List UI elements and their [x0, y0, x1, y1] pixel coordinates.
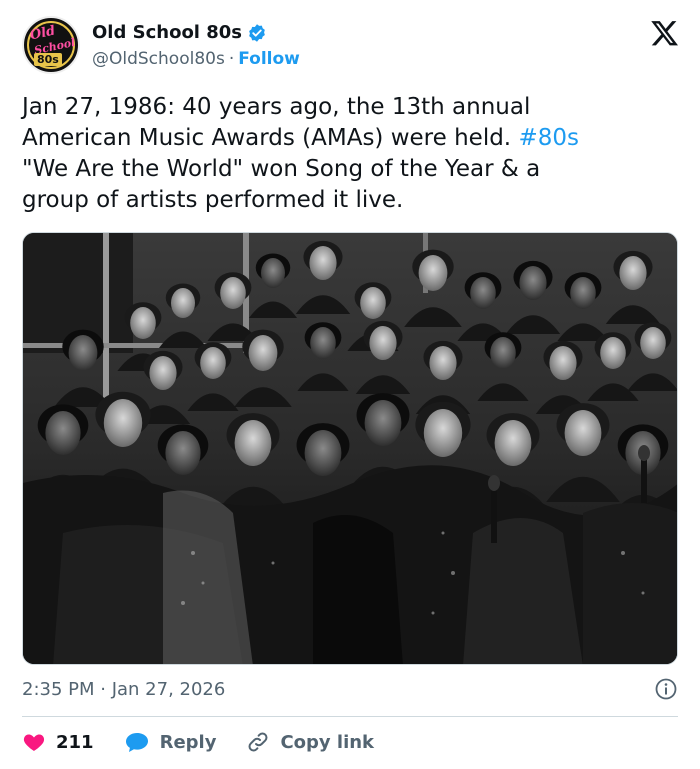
reply-label: Reply — [159, 731, 217, 753]
crowd-face — [171, 288, 195, 318]
tweet-photo[interactable] — [22, 232, 678, 665]
crowd-face — [45, 411, 81, 455]
verified-badge-icon — [249, 23, 265, 42]
crowd-face — [600, 337, 626, 369]
tweet-line-4: group of artists performed it live. — [22, 187, 404, 213]
crowd-face — [309, 246, 337, 280]
crowd-face — [640, 327, 666, 359]
crowd-face — [549, 346, 577, 380]
crowd-face — [360, 287, 386, 319]
crowd-face — [519, 266, 547, 300]
crowd-face — [234, 420, 272, 466]
handle[interactable]: @OldSchool80s — [92, 49, 225, 69]
crowd-face — [619, 256, 647, 290]
photo-crowd-image — [23, 233, 677, 664]
tweet-line-2: American Music Awards (AMAs) were held. — [22, 125, 512, 151]
name-row: Old School 80s — [92, 22, 267, 43]
crowd-face — [165, 431, 201, 475]
like-count: 211 — [56, 731, 94, 753]
avatar[interactable]: Old School 80s — [22, 16, 80, 74]
action-bar: 211 Reply Copy link — [22, 728, 404, 756]
link-icon — [248, 732, 268, 752]
divider — [22, 716, 678, 717]
like-button[interactable]: 211 — [22, 730, 94, 754]
reply-button[interactable]: Reply — [124, 730, 217, 754]
copy-link-label: Copy link — [280, 731, 375, 753]
crowd-face — [304, 430, 342, 476]
tweet-line-3: "We Are the World" won Song of the Year … — [22, 156, 541, 182]
crowd-face — [364, 400, 402, 446]
info-icon[interactable] — [654, 677, 678, 701]
crowd-face — [310, 327, 336, 359]
crowd-face — [570, 277, 596, 309]
heart-icon — [23, 734, 45, 751]
follow-button[interactable]: Follow — [238, 49, 300, 69]
avatar-text-3: 80s — [34, 53, 62, 66]
crowd-face — [103, 399, 143, 447]
copy-link-button[interactable]: Copy link — [246, 730, 374, 754]
crowd-face — [261, 258, 285, 288]
crowd-face — [494, 420, 532, 466]
crowd-face — [564, 410, 602, 456]
tweet-header: Old School 80s Old School 80s @OldSchool… — [22, 16, 680, 76]
crowd-face — [149, 356, 177, 390]
display-name[interactable]: Old School 80s — [92, 22, 242, 43]
reply-bubble-icon — [125, 733, 148, 752]
x-logo-icon[interactable] — [650, 18, 680, 48]
crowd-face — [248, 335, 278, 371]
crowd-face — [429, 346, 457, 380]
crowd-face — [490, 337, 516, 369]
crowd-face — [130, 307, 156, 339]
crowd-face — [423, 409, 463, 457]
crowd-face — [369, 326, 397, 360]
timestamp[interactable]: 2:35 PM · Jan 27, 2026 — [22, 679, 225, 700]
hashtag-link[interactable]: #80s — [518, 125, 579, 151]
tweet-text: Jan 27, 1986: 40 years ago, the 13th ann… — [22, 92, 672, 216]
crowd-face — [68, 335, 98, 371]
crowd-face — [418, 255, 448, 291]
crowd-face — [220, 277, 246, 309]
handle-row: @OldSchool80s · Follow — [92, 49, 300, 69]
crowd-face — [470, 277, 496, 309]
crowd-face — [200, 347, 226, 379]
separator: · — [228, 49, 235, 69]
tweet-line-1: Jan 27, 1986: 40 years ago, the 13th ann… — [22, 94, 531, 120]
